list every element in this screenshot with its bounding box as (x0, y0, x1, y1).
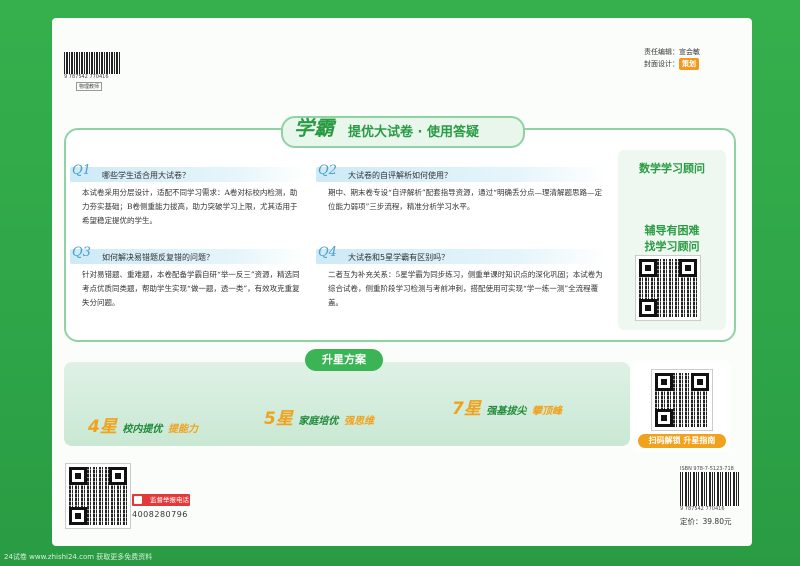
brand-title: 学霸 (294, 116, 334, 140)
credits: 责任编辑：宣会敏 封面设计： 策划 (644, 46, 700, 70)
credits-design-label: 封面设计： (644, 60, 679, 68)
q2-number: Q2 (318, 163, 337, 178)
panel-title: 提优大试卷 · 使用答疑 (348, 125, 479, 140)
hotline-number: 4008280796 (132, 510, 188, 519)
plan-step-4: 4星 校内提优 提能力 (88, 412, 198, 437)
qr-finder (691, 373, 709, 391)
plan-step-4-a: 校内提优 (122, 424, 163, 435)
publisher-logo: 策划 (679, 58, 699, 70)
qr-finder (69, 507, 87, 525)
plan-qr-code[interactable] (652, 370, 712, 430)
price: 定价：39.80元 (680, 517, 732, 526)
plan-step-5-stars: 5星 (264, 409, 293, 429)
q4-answer: 二者互为补充关系：5星学霸为同步练习，侧重单课时知识点的深化巩固；本试卷为综合试… (328, 270, 603, 307)
credits-design: 封面设计： 策划 (644, 58, 700, 70)
plan-step-5-b: 强思维 (344, 416, 374, 427)
qr-finder (109, 467, 127, 485)
q4-question: 大试卷和5星学霸有区别吗？ (348, 253, 450, 262)
qr-finder (655, 409, 673, 427)
plan-title: 升星方案 (305, 349, 383, 371)
phone-icon (134, 496, 142, 504)
qr-finder (639, 299, 657, 317)
footer-watermark: 24试卷 www.zhishi24.com 获取更多免费资料 (4, 553, 153, 561)
q3-answer: 针对易错题、重难题，本卷配备学霸自研“举一反三”资源，精选同考点优质同类题，帮助… (82, 270, 300, 307)
q2-question: 大试卷的自评解析如何使用？ (348, 171, 452, 180)
qr-finder (69, 467, 87, 485)
top-barcode (64, 52, 120, 74)
plan-step-7: 7星 强基拔尖 攀顶峰 (452, 394, 562, 419)
q1-number: Q1 (72, 163, 91, 178)
advisor-title: 数学学习顾问 (639, 162, 705, 175)
isbn-number: 9 787542 770416 (680, 506, 725, 512)
plan-step-4-stars: 4星 (88, 417, 117, 437)
bottom-qr-code[interactable] (66, 464, 130, 528)
q1-answer: 本试卷采用分层设计，适配不同学习需求：A卷对标校内检测，助力夯实基础；B卷侧重能… (82, 188, 298, 225)
top-barcode-number: 9 787542 770416 (64, 74, 109, 80)
q3-number: Q3 (72, 245, 91, 260)
credits-editor: 责任编辑：宣会敏 (644, 48, 700, 56)
top-barcode-label: 物理教师 (76, 82, 103, 91)
advisor-qr-code[interactable] (636, 256, 700, 320)
plan-step-7-a: 强基拔尖 (486, 406, 527, 417)
scan-unlock-button[interactable]: 扫码解锁 升星指南 (638, 434, 726, 448)
q1-question: 哪些学生适合用大试卷？ (102, 171, 190, 180)
plan-step-7-stars: 7星 (452, 399, 481, 419)
q2-answer: 期中、期末卷专设“自评解析”配套指导资源，通过“明确丢分点—理清解题思路—定位能… (328, 188, 603, 211)
advisor-line-2: 找学习顾问 (644, 240, 700, 253)
plan-step-5-a: 家庭培优 (298, 416, 339, 427)
q4-number: Q4 (318, 245, 337, 260)
advisor-line-1: 辅导有困难 (644, 224, 700, 237)
plan-step-4-b: 提能力 (168, 424, 198, 435)
plan-step-7-b: 攀顶峰 (532, 406, 562, 417)
qr-finder (679, 259, 697, 277)
plan-step-5: 5星 家庭培优 强思维 (264, 404, 374, 429)
qr-finder (639, 259, 657, 277)
isbn-barcode (680, 472, 740, 506)
qr-finder (655, 373, 673, 391)
q3-question: 如何解决易错题反复错的问题？ (102, 253, 214, 262)
